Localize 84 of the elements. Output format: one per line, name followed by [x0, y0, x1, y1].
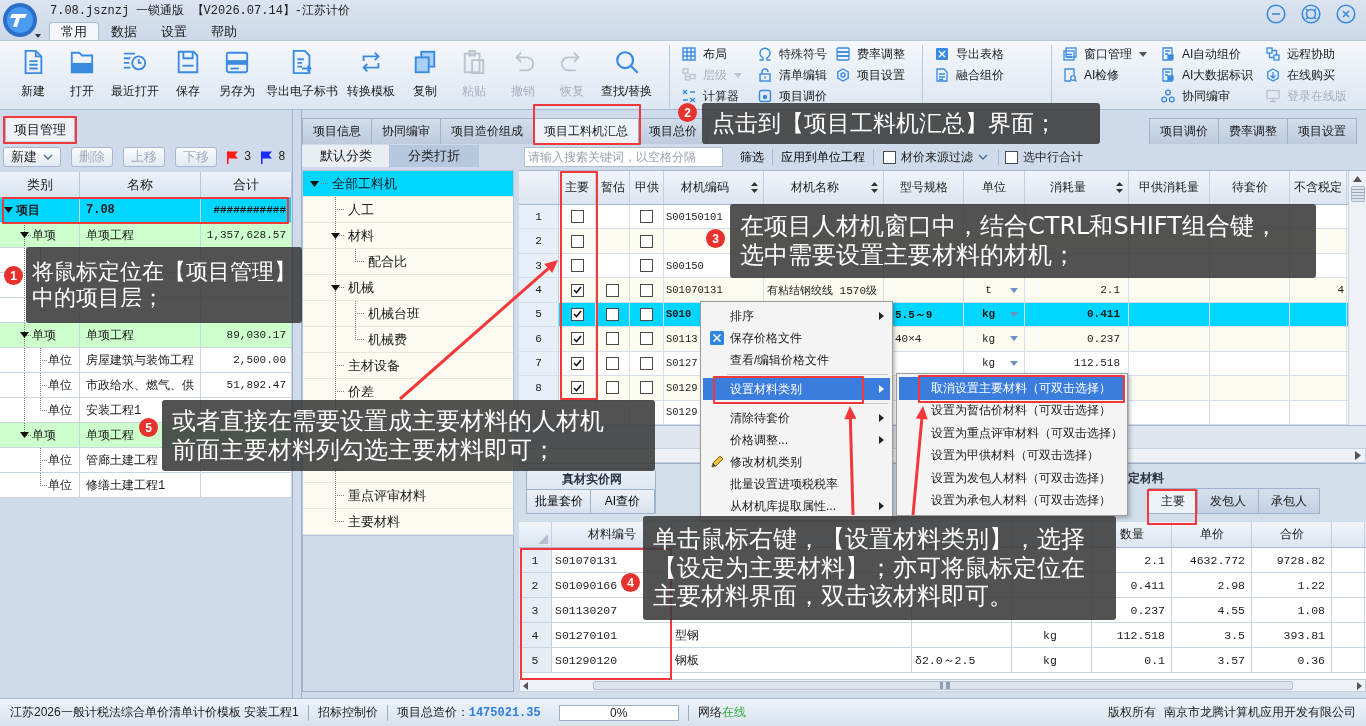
column-header: 型号规格: [884, 171, 964, 204]
table-cell: 市政给水、燃气、供: [80, 373, 201, 397]
table-cell: 4632.772: [1172, 548, 1252, 572]
table-cell: 9728.82: [1252, 548, 1332, 572]
table-cell: 房屋建筑与装饰工程: [80, 348, 201, 372]
tree-label: 单位: [48, 352, 72, 369]
table-cell: 钢板: [672, 648, 912, 672]
tree-label: 单位: [48, 477, 72, 494]
table-cell-text: t: [984, 284, 993, 296]
table-cell: 型钢: [672, 623, 912, 647]
flag-count: 3: [244, 150, 252, 164]
column-header: 甲供: [630, 171, 664, 204]
table-cell: 4.55: [1172, 598, 1252, 622]
table-cell: 112.518: [1092, 623, 1172, 647]
column-header: 名称: [80, 172, 201, 197]
row-number: 6: [519, 327, 559, 351]
table-cell: 0.411: [1025, 302, 1129, 327]
column-header: 暂估: [596, 171, 630, 204]
tree-label: 项目: [16, 202, 40, 219]
annotation-tooltip: 点击到【项目工料机汇总】界面；: [702, 103, 1100, 144]
table-cell-text: kg: [980, 332, 997, 345]
row-number: 5: [519, 302, 559, 327]
table-cell-text: kg: [980, 357, 997, 370]
status-text: 南京市龙腾计算机应用开发有限公司: [1164, 704, 1356, 721]
group-title: 定材料: [1127, 469, 1165, 487]
table-cell: 2,500.00: [201, 348, 292, 372]
tree-label: 单项: [32, 327, 56, 344]
table-cell: 修缮土建工程1: [80, 473, 201, 497]
column-header: 待套价: [1210, 171, 1290, 204]
row-number: 4: [519, 278, 559, 302]
column-header: 不含税定: [1290, 171, 1347, 204]
table-cell: S01290120: [552, 648, 672, 672]
row-number: 2: [519, 229, 559, 253]
table-cell-text: kg: [980, 308, 997, 321]
column-header: 主要: [559, 171, 596, 204]
table-cell: 0.1: [1092, 648, 1172, 672]
table-cell: 3.5: [1172, 623, 1252, 647]
annotation-tooltip: 在项目人材机窗口中，结合CTRL和SHIFT组合键，选中需要设置主要材料的材机；: [730, 204, 1316, 278]
flag-count: 8: [278, 150, 286, 164]
table-cell: 393.81: [1252, 623, 1332, 647]
row-number: 8: [519, 376, 559, 400]
row-number: 4: [519, 623, 552, 647]
tree-label: 单项: [32, 427, 56, 444]
table-cell: S01270101: [552, 623, 672, 647]
annotation-tooltip: 或者直接在需要设置成主要材料的人材机前面主要材料列勾选主要材料即可；: [162, 400, 655, 471]
row-number: 3: [519, 598, 552, 622]
window-title: 7.08.jsznzj 一锁通版 【V2026.07.14】-江苏计价: [50, 3, 351, 19]
table-cell: 2.98: [1172, 573, 1252, 597]
table-cell: ###########: [201, 198, 292, 222]
table-cell: 0.237: [1025, 327, 1129, 351]
row-number: 5: [519, 648, 552, 672]
column-header: 单价: [1172, 522, 1252, 547]
tree-label: 单位: [48, 402, 72, 419]
table-cell: 51,892.47: [201, 373, 292, 397]
column-header: 甲供消耗量: [1129, 171, 1210, 204]
column-header: 合计: [201, 172, 292, 197]
table-cell: kg: [1012, 623, 1092, 647]
status-text: 招标控制价: [317, 704, 378, 721]
row-number: 1: [519, 204, 559, 229]
row-number: 7: [519, 351, 559, 376]
table-cell: 3.57: [1172, 648, 1252, 672]
tree-label: 单位: [48, 452, 72, 469]
column-header: 合价: [1252, 522, 1332, 547]
table-cell: 1.08: [1252, 598, 1332, 622]
status-label: 网络: [697, 704, 722, 721]
tree-label: 单项: [32, 227, 56, 244]
column-header: 单位: [964, 171, 1025, 204]
column-header: 类别: [0, 172, 80, 197]
annotation-tooltip: 将鼠标定位在【项目管理】中的项目层；: [26, 247, 302, 323]
table-cell: 0.36: [1252, 648, 1332, 672]
row-number: 2: [519, 573, 552, 597]
status-value: 在线: [721, 704, 746, 721]
status-text: 版权所有: [1108, 704, 1156, 721]
table-cell: kg: [1012, 648, 1092, 672]
table-cell: 1.22: [1252, 573, 1332, 597]
status-label: 项目总造价：: [396, 704, 469, 721]
table-cell: 7.08: [80, 198, 201, 222]
group-title: 真材实价网: [561, 470, 623, 488]
progress-text: 0%: [610, 705, 628, 720]
status-value: 1475021.35: [468, 705, 541, 720]
status-text: 江苏2026一般计税法综合单价清单计价模板 安装工程1: [10, 704, 299, 721]
table-cell: δ2.0～2.5: [912, 648, 1012, 672]
tree-label: 单位: [48, 377, 72, 394]
annotation-tooltip: 单击鼠标右键，【设置材料类别】，选择【设定为主要材料】；亦可将鼠标定位在主要材料界面，双击该材料即可。: [643, 516, 1116, 620]
